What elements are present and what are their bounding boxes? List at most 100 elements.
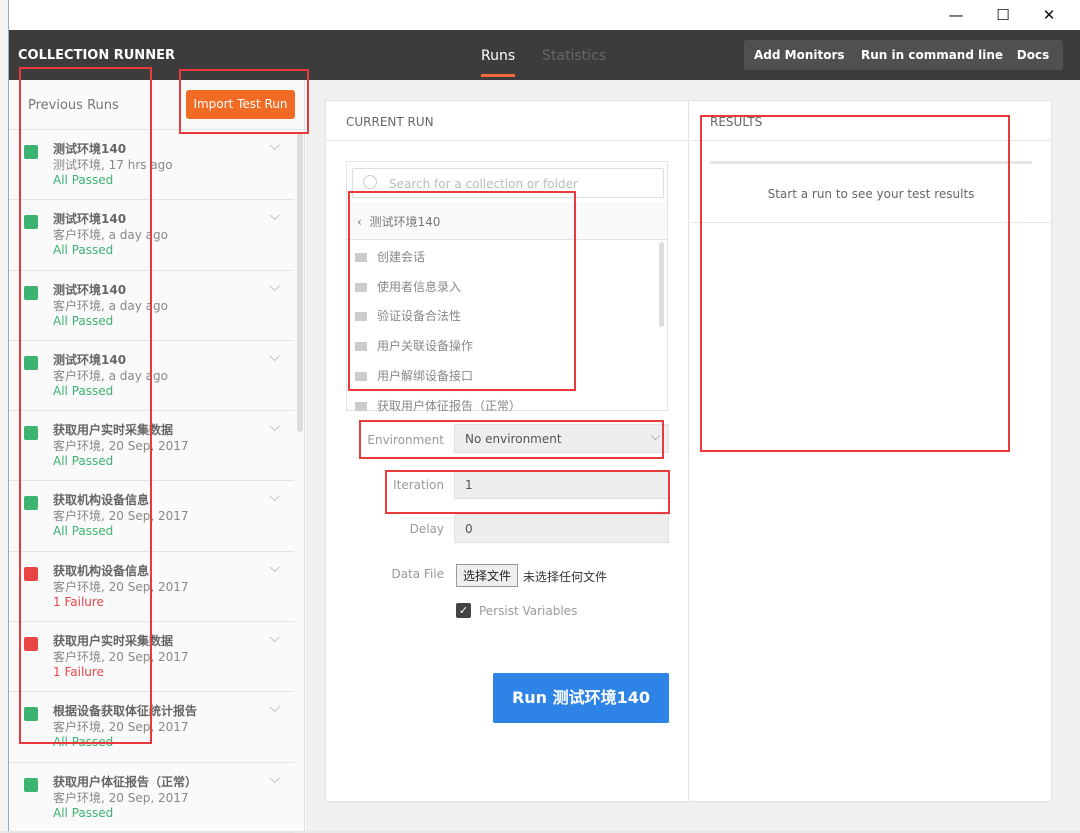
run-name: 获取机构设备信息 [53,493,150,508]
folder-name: 创建会话 [377,250,426,264]
run-meta: 客户环境, 20 Sep, 2017 [53,790,189,805]
run-status: All Passed [53,173,114,187]
environment-label: Environment [367,433,444,447]
environment-value: No environment [465,432,562,446]
collection-runner-window: — ☐ ✕ COLLECTION RUNNER Runs Statistics … [9,0,1080,833]
status-indicator [24,355,38,370]
minimize-button[interactable]: — [941,4,971,26]
folder-item[interactable]: 使用者信息录入 [355,278,461,298]
run-list-item[interactable]: 测试环境140 客户环境, a day ago All Passed ⌵ [9,271,294,341]
run-meta: 客户环境, a day ago [53,368,168,383]
run-status: All Passed [53,735,114,750]
run-name: 测试环境140 [53,352,127,367]
folder-item[interactable]: 用户解绑设备接口 [355,367,473,387]
results-panel: RESULTS Start a run to see your test res… [690,101,1052,801]
run-name: 获取用户实时采集数据 [53,634,174,649]
run-name: 测试环境140 [53,212,127,227]
collection-back-button[interactable]: ‹ 测试环境140 [347,202,667,240]
run-meta: 测试环境, 17 hrs ago [53,158,173,172]
run-list-item[interactable]: 根据设备获取体征统计报告 客户环境, 20 Sep, 2017 All Pass… [9,692,294,763]
folder-icon [355,312,367,322]
chevron-down-icon[interactable]: ⌵ [269,560,280,576]
delay-input[interactable]: 0 [454,514,669,543]
chevron-down-icon[interactable]: ⌵ [269,208,280,224]
environment-select[interactable]: No environment ⌵ [454,424,669,453]
run-status: All Passed [53,805,114,820]
search-icon [363,175,377,189]
folder-item[interactable]: 验证设备合法性 [355,307,461,327]
sidebar-scrollbar[interactable] [297,132,303,432]
app-header: COLLECTION RUNNER Runs Statistics Add Mo… [9,30,1080,80]
choose-file-button[interactable]: 选择文件 [456,564,519,587]
chevron-down-icon[interactable]: ⌵ [269,489,280,505]
persist-variables-checkbox[interactable]: ✓ [456,603,471,618]
main-area: CURRENT RUN Search for a collection or f… [306,80,1080,831]
picker-scrollbar[interactable] [659,242,664,327]
iteration-input[interactable]: 1 [454,470,669,499]
folder-icon [355,401,367,411]
results-title: RESULTS [690,101,1052,141]
folder-name: 用户关联设备操作 [377,339,474,354]
data-file-label: Data File [391,567,444,581]
delay-label: Delay [409,522,444,536]
tab-runs[interactable]: Runs [481,48,516,77]
sidebar-title: Previous Runs [28,98,119,113]
previous-runs-sidebar: Previous Runs Import Test Run 测试环境140 测试… [9,80,305,833]
add-monitors-button[interactable]: Add Monitors [744,40,855,70]
chevron-down-icon[interactable]: ⌵ [269,630,280,646]
run-list-item[interactable]: 测试环境140 客户环境, a day ago All Passed ⌵ [9,341,294,412]
run-status: All Passed [53,454,114,469]
folder-name: 验证设备合法性 [377,309,462,324]
import-test-run-button[interactable]: Import Test Run [186,90,295,119]
docs-button[interactable]: Docs [1003,40,1063,70]
run-status: All Passed [53,243,114,258]
folder-name: 使用者信息录入 [377,279,462,294]
run-list-item[interactable]: 测试环境140 客户环境, a day ago All Passed ⌵ [9,200,294,271]
run-meta: 客户环境, a day ago [53,298,168,313]
status-indicator [24,777,38,792]
run-list-item[interactable]: 获取用户实时采集数据 客户环境, 20 Sep, 2017 All Passed… [9,411,294,482]
maximize-button[interactable]: ☐ [988,4,1018,26]
status-indicator [24,566,38,581]
folder-name: 获取用户体征报告（正常） [377,398,522,413]
tab-statistics[interactable]: Statistics [542,48,606,64]
run-list-item[interactable]: 获取机构设备信息 客户环境, 20 Sep, 2017 1 Failure ⌵ [9,552,294,623]
app-title: COLLECTION RUNNER [18,48,175,63]
chevron-down-icon[interactable]: ⌵ [269,700,280,716]
close-button[interactable]: ✕ [1034,4,1064,26]
run-list-item[interactable]: 获取机构设备信息 客户环境, 20 Sep, 2017 All Passed ⌵ [9,481,294,552]
run-list-item[interactable]: 获取用户实时采集数据 客户环境, 20 Sep, 2017 1 Failure … [9,622,294,693]
run-list-item[interactable]: 测试环境140 测试环境, 17 hrs ago All Passed ⌵ [9,130,294,201]
chevron-down-icon[interactable]: ⌵ [269,349,280,365]
iteration-label: Iteration [393,478,444,492]
results-empty-message: Start a run to see your test results [767,187,975,201]
run-list-item[interactable]: 获取用户体征报告（正常） 客户环境, 20 Sep, 2017 All Pass… [9,763,294,833]
run-status: All Passed [53,524,114,539]
divider [690,222,1052,223]
run-meta: 客户环境, 20 Sep, 2017 [53,720,189,735]
folder-item[interactable]: 用户关联设备操作 [355,337,473,357]
run-meta: 客户环境, 20 Sep, 2017 [53,509,189,524]
run-meta: 客户环境, a day ago [53,228,168,243]
chevron-down-icon[interactable]: ⌵ [269,138,280,154]
chevron-down-icon[interactable]: ⌵ [269,771,280,787]
run-status: 1 Failure [53,665,104,680]
run-command-line-button[interactable]: Run in command line [851,40,1014,70]
background-window [0,0,9,831]
status-indicator [24,145,38,159]
no-file-text: 未选择任何文件 [523,570,608,584]
current-run-panel: CURRENT RUN Search for a collection or f… [326,101,689,801]
run-name: 获取用户体征报告（正常） [53,774,198,789]
collection-search-input[interactable]: Search for a collection or folder [352,168,664,198]
chevron-down-icon[interactable]: ⌵ [269,419,280,435]
run-status: 1 Failure [53,594,104,609]
chevron-left-icon: ‹ [357,215,370,229]
folder-item[interactable]: 创建会话 [355,248,425,268]
run-collection-button[interactable]: Run 测试环境140 [493,673,669,723]
search-placeholder: Search for a collection or folder [389,177,578,191]
folder-item[interactable]: 获取用户体征报告（正常） [355,397,521,417]
run-status: All Passed [53,383,114,398]
chevron-down-icon[interactable]: ⌵ [269,279,280,295]
folder-icon [355,253,367,262]
folder-icon [355,371,367,381]
